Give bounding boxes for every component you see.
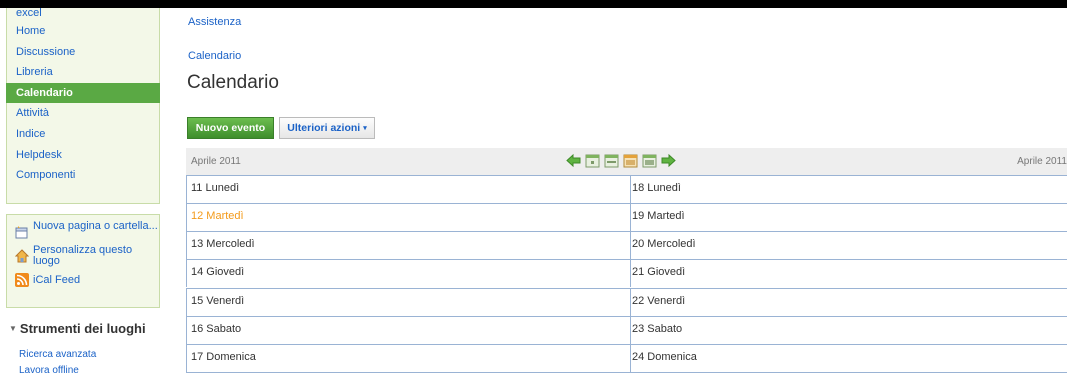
- list-view-icon[interactable]: [642, 153, 657, 168]
- sidebar-item-home[interactable]: Home: [7, 21, 159, 42]
- more-actions-button[interactable]: Ulteriori azioni ▾: [279, 117, 375, 139]
- sidebar-item-indice[interactable]: Indice: [7, 124, 159, 145]
- day-cell[interactable]: 19 Martedì: [630, 204, 1067, 231]
- tools-section-toggle[interactable]: ▼ Strumenti dei luoghi: [9, 321, 146, 336]
- day-cell[interactable]: 16 Sabato: [186, 317, 630, 344]
- new-event-button[interactable]: Nuovo evento: [187, 117, 274, 139]
- day-cell[interactable]: 24 Domenica: [630, 345, 1067, 372]
- calendar-header: Aprile 2011 Aprile 2011: [186, 148, 1067, 175]
- new-page-label: Nuova pagina o cartella...: [33, 220, 158, 232]
- next-arrow-icon[interactable]: [661, 153, 676, 168]
- calendar-row: 12 Martedì 19 Martedì: [186, 203, 1067, 231]
- week-view-icon[interactable]: [604, 153, 619, 168]
- calendar-nav-icons: [566, 153, 676, 168]
- sidebar-item-attivita[interactable]: Attività: [7, 103, 159, 124]
- day-cell[interactable]: 23 Sabato: [630, 317, 1067, 344]
- page-title: Calendario: [187, 72, 279, 93]
- ical-feed-label: iCal Feed: [33, 274, 81, 286]
- calendar-row: 16 Sabato 23 Sabato: [186, 316, 1067, 344]
- breadcrumb-calendario[interactable]: Calendario: [188, 50, 241, 62]
- dropdown-caret-icon: ▾: [363, 125, 367, 132]
- work-offline-link[interactable]: Lavora offline: [19, 365, 79, 376]
- customize-icon: [14, 249, 30, 263]
- day-cell[interactable]: 15 Venerdì: [186, 289, 630, 316]
- customize-place-action[interactable]: Personalizza questo luogo: [7, 245, 159, 267]
- day-cell[interactable]: 21 Giovedì: [630, 260, 1067, 287]
- sidebar-item-calendario[interactable]: Calendario: [6, 82, 160, 104]
- day-view-icon[interactable]: [585, 153, 600, 168]
- month-label-left: Aprile 2011: [191, 156, 241, 167]
- day-cell[interactable]: 18 Lunedì: [630, 176, 1067, 203]
- calendar-grid: 11 Lunedì 18 Lunedì 12 Martedì 19 Marted…: [186, 175, 1067, 374]
- sidebar-item-helpdesk[interactable]: Helpdesk: [7, 145, 159, 166]
- new-page-icon: [15, 225, 29, 239]
- sidebar-item-libreria[interactable]: Libreria: [7, 62, 159, 83]
- day-cell[interactable]: 14 Giovedì: [186, 260, 630, 287]
- day-cell[interactable]: 17 Domenica: [186, 345, 630, 372]
- tools-section-title: Strumenti dei luoghi: [19, 321, 146, 336]
- calendar-row: 11 Lunedì 18 Lunedì: [186, 175, 1067, 203]
- customize-place-label: Personalizza questo luogo: [33, 244, 133, 267]
- day-cell-today[interactable]: 12 Martedì: [186, 204, 630, 231]
- new-event-label: Nuovo evento: [195, 122, 266, 134]
- calendar-row: 15 Venerdì 22 Venerdì: [186, 288, 1067, 316]
- month-view-icon[interactable]: [623, 153, 638, 168]
- new-page-action[interactable]: Nuova pagina o cartella...: [7, 221, 159, 239]
- expand-triangle-icon: ▼: [9, 324, 17, 333]
- calendar-row: 13 Mercoledì 20 Mercoledì: [186, 231, 1067, 259]
- sidebar-nav: excel Home Discussione Libreria Calendar…: [6, 8, 160, 204]
- breadcrumb-assistenza[interactable]: Assistenza: [188, 16, 241, 28]
- ical-feed-action[interactable]: iCal Feed: [7, 273, 159, 287]
- sidebar-item-componenti[interactable]: Componenti: [7, 165, 159, 186]
- top-border: [0, 0, 1067, 8]
- calendar-row: 17 Domenica 24 Domenica: [186, 344, 1067, 372]
- grid-bottom-border: [186, 372, 1067, 373]
- day-cell[interactable]: 13 Mercoledì: [186, 232, 630, 259]
- prev-arrow-icon[interactable]: [566, 153, 581, 168]
- sidebar-actions: Nuova pagina o cartella... Personalizza …: [6, 214, 160, 308]
- day-cell[interactable]: 11 Lunedì: [186, 176, 630, 203]
- sidebar-item-excel[interactable]: excel: [7, 8, 159, 21]
- day-cell[interactable]: 20 Mercoledì: [630, 232, 1067, 259]
- calendar-row: 14 Giovedì 21 Giovedì: [186, 259, 1067, 287]
- advanced-search-link[interactable]: Ricerca avanzata: [19, 349, 96, 360]
- more-actions-label: Ulteriori azioni: [287, 122, 361, 134]
- month-label-right: Aprile 2011: [1017, 156, 1067, 167]
- rss-icon: [15, 273, 29, 287]
- sidebar-item-discussione[interactable]: Discussione: [7, 42, 159, 63]
- day-cell[interactable]: 22 Venerdì: [630, 289, 1067, 316]
